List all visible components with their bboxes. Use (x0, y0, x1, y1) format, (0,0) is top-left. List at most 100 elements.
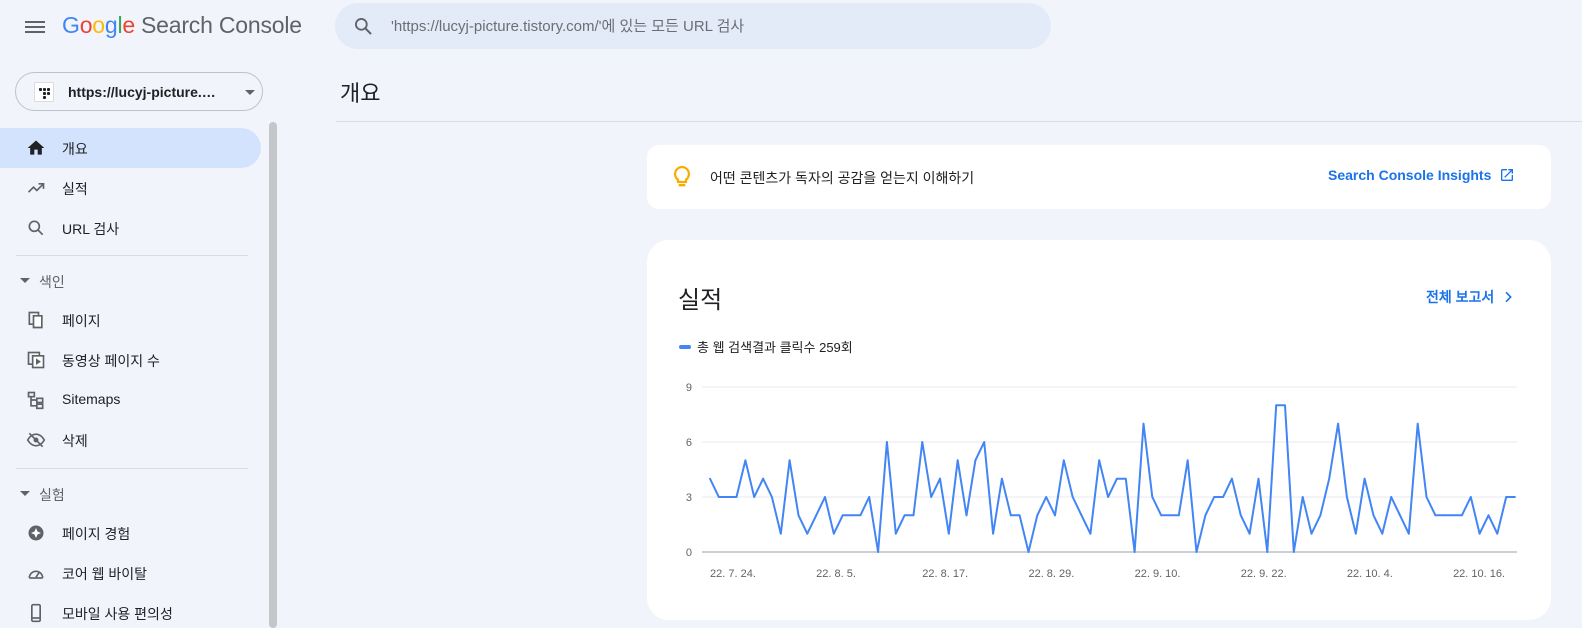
data-point (1363, 477, 1366, 480)
data-point (1018, 514, 1021, 517)
url-inspection-search[interactable] (335, 3, 1051, 49)
logo-letter: o (92, 12, 105, 38)
mobile-icon (31, 603, 41, 623)
tistory-site-icon (34, 82, 54, 102)
x-tick-label: 22. 9. 22. (1241, 568, 1287, 580)
data-point (1009, 514, 1012, 517)
data-point (1372, 514, 1375, 517)
sidebar-item-core-web-vitals[interactable]: 코어 웹 바이탈 (0, 553, 261, 593)
data-point (1354, 532, 1357, 535)
data-point (1443, 514, 1446, 517)
data-point (717, 496, 720, 498)
sidebar-item-video-pages[interactable]: 동영상 페이지 수 (0, 340, 261, 380)
data-point (1496, 532, 1499, 535)
data-point (1204, 514, 1207, 517)
data-point (1248, 532, 1251, 535)
sidebar-divider (16, 468, 248, 469)
speed-icon (28, 570, 44, 579)
main-menu-button[interactable] (22, 14, 48, 40)
data-point (1407, 532, 1410, 535)
data-point (983, 441, 986, 443)
data-point (868, 496, 871, 498)
data-point (1469, 496, 1472, 498)
sidebar-item-url-inspection[interactable]: URL 검사 (0, 208, 261, 248)
x-tick-label: 22. 8. 5. (816, 568, 856, 580)
sidebar-item-label: URL 검사 (62, 221, 120, 237)
data-point (788, 459, 791, 462)
data-point (1195, 551, 1198, 553)
data-point (921, 441, 924, 443)
data-point (1133, 551, 1136, 553)
sidebar-item-overview[interactable]: 개요 (0, 128, 261, 168)
data-point (735, 496, 738, 498)
performance-card: 실적 전체 보고서 총 웹 검색결과 클릭수 259회 0 3 6 9 22. 7. 2… (647, 240, 1551, 620)
page-experience-icon (28, 525, 44, 541)
data-point (912, 514, 915, 517)
clicks-line-chart: 0 3 6 9 22. 7. 24. 22. 8. 5. 22. 8. 17. 22. 8. … (686, 382, 1517, 580)
data-point (956, 459, 959, 462)
sidebar-item-page-experience[interactable]: 페이지 경험 (0, 513, 261, 553)
data-point (1514, 496, 1516, 498)
sidebar-item-label: 페이지 경험 (62, 526, 131, 542)
sidebar-item-mobile-usability[interactable]: 모바일 사용 편의성 (0, 593, 261, 628)
data-point (1054, 514, 1056, 517)
insights-text: 어떤 콘텐츠가 독자의 공감을 얻는지 이해하기 (710, 170, 975, 186)
hamburger-menu-icon (25, 21, 45, 33)
trending-up-icon (27, 183, 45, 193)
lightbulb-icon (673, 165, 691, 187)
logo-letter: g (104, 12, 118, 38)
collapse-arrow-icon (20, 491, 30, 496)
data-point (992, 532, 994, 535)
x-tick-label: 22. 10. 16. (1453, 568, 1505, 580)
data-point (815, 514, 818, 517)
x-tick-label: 22. 8. 17. (922, 568, 968, 580)
data-point (1231, 477, 1233, 480)
data-point (1151, 496, 1154, 498)
section-toggle-experience[interactable]: 실험 (0, 479, 250, 509)
sidebar-item-sitemaps[interactable]: Sitemaps (0, 380, 261, 420)
search-console-logo[interactable]: Google Search Console (62, 12, 302, 39)
data-point (1301, 496, 1304, 498)
data-point (1328, 477, 1331, 480)
data-point (1098, 459, 1101, 462)
sidebar-item-label: 코어 웹 바이탈 (62, 566, 148, 582)
data-point (1089, 532, 1092, 535)
data-point (1505, 496, 1508, 498)
logo-letter: o (79, 12, 93, 38)
data-point (1124, 477, 1127, 480)
y-tick-label: 3 (686, 492, 692, 504)
sidebar-item-performance[interactable]: 실적 (0, 168, 261, 208)
sitemap-icon (27, 391, 44, 410)
data-point (1177, 514, 1180, 517)
data-point (1071, 496, 1074, 498)
data-point (1434, 514, 1437, 517)
data-point (1107, 496, 1109, 498)
sidebar-scrollbar[interactable] (269, 122, 277, 628)
data-point (1399, 514, 1401, 517)
sidebar-item-removals[interactable]: 삭제 (0, 420, 261, 460)
data-point (1239, 514, 1242, 517)
product-name: Search Console (141, 12, 302, 38)
data-point (1062, 459, 1065, 462)
data-point (1027, 551, 1030, 553)
property-url: https://lucyj-picture.tistory.com/ (68, 84, 218, 100)
url-search-input[interactable] (391, 3, 1031, 49)
section-toggle-indexing[interactable]: 색인 (0, 266, 250, 296)
data-point (1487, 514, 1490, 517)
insights-card: 어떤 콘텐츠가 독자의 공감을 얻는지 이해하기 Search Console … (647, 145, 1551, 209)
data-point (894, 532, 897, 535)
sidebar-item-pages[interactable]: 페이지 (0, 300, 261, 340)
data-point (1142, 422, 1145, 425)
data-point (1461, 514, 1463, 517)
home-icon (27, 140, 45, 155)
search-console-insights-link[interactable]: Search Console Insights (1328, 167, 1515, 183)
collapse-arrow-icon (20, 278, 30, 283)
section-title: 색인 (39, 274, 65, 290)
data-point (965, 514, 968, 517)
y-tick-label: 6 (686, 437, 692, 449)
data-point (1001, 477, 1003, 480)
property-selector[interactable]: https://lucyj-picture.tistory.com/ (15, 72, 263, 111)
data-point (709, 477, 711, 480)
data-point (1319, 514, 1322, 517)
data-point (1346, 496, 1348, 498)
